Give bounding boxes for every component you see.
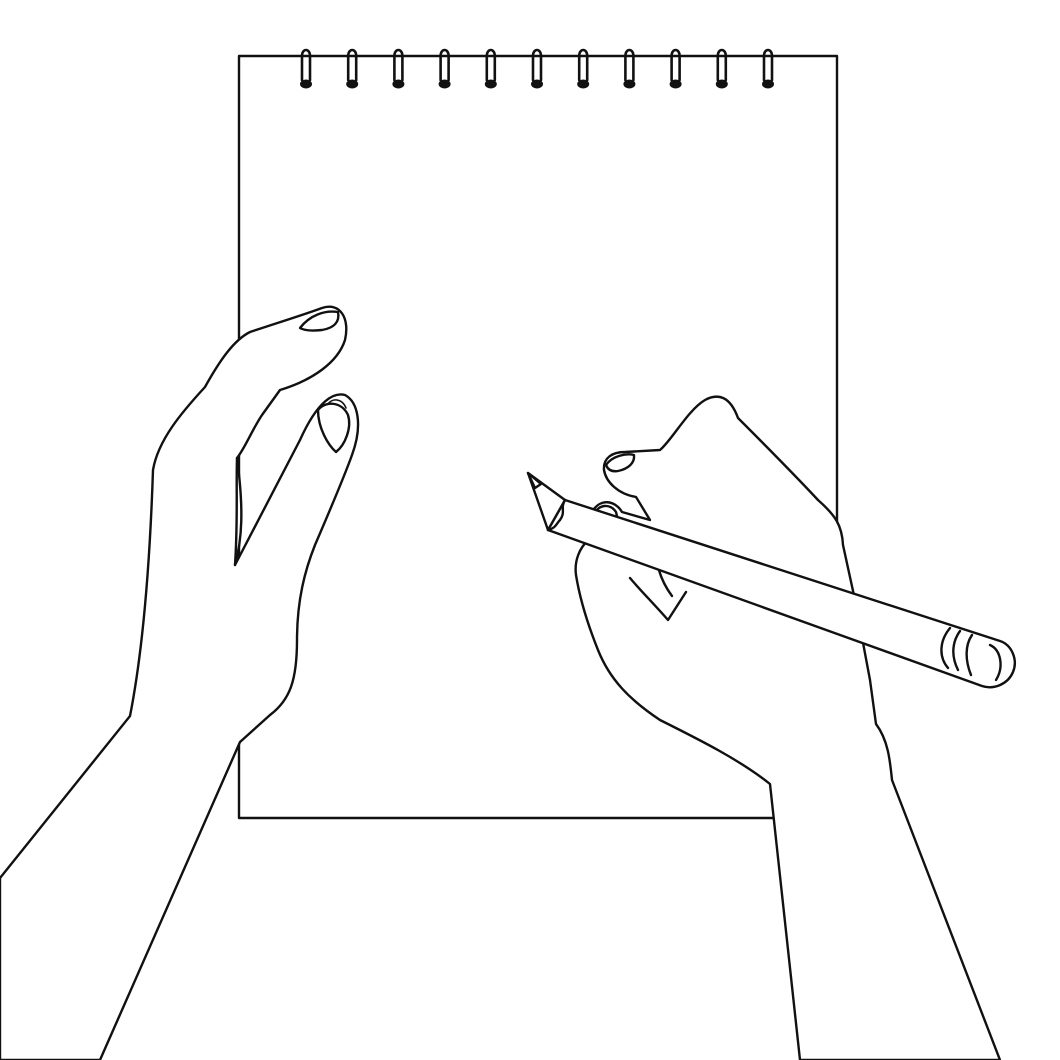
spiral-hole <box>531 79 543 89</box>
spiral-hole <box>438 79 451 89</box>
spiral-hole <box>346 79 359 89</box>
spiral-hole <box>669 79 682 89</box>
spiral-hole <box>484 79 497 89</box>
line-art-illustration <box>0 48 1016 1060</box>
spiral-hole <box>577 79 590 89</box>
spiral-hole <box>392 79 405 89</box>
spiral-hole <box>300 79 312 89</box>
spiral-hole <box>762 79 774 89</box>
spiral-hole <box>715 79 728 89</box>
spiral-hole <box>623 79 636 89</box>
